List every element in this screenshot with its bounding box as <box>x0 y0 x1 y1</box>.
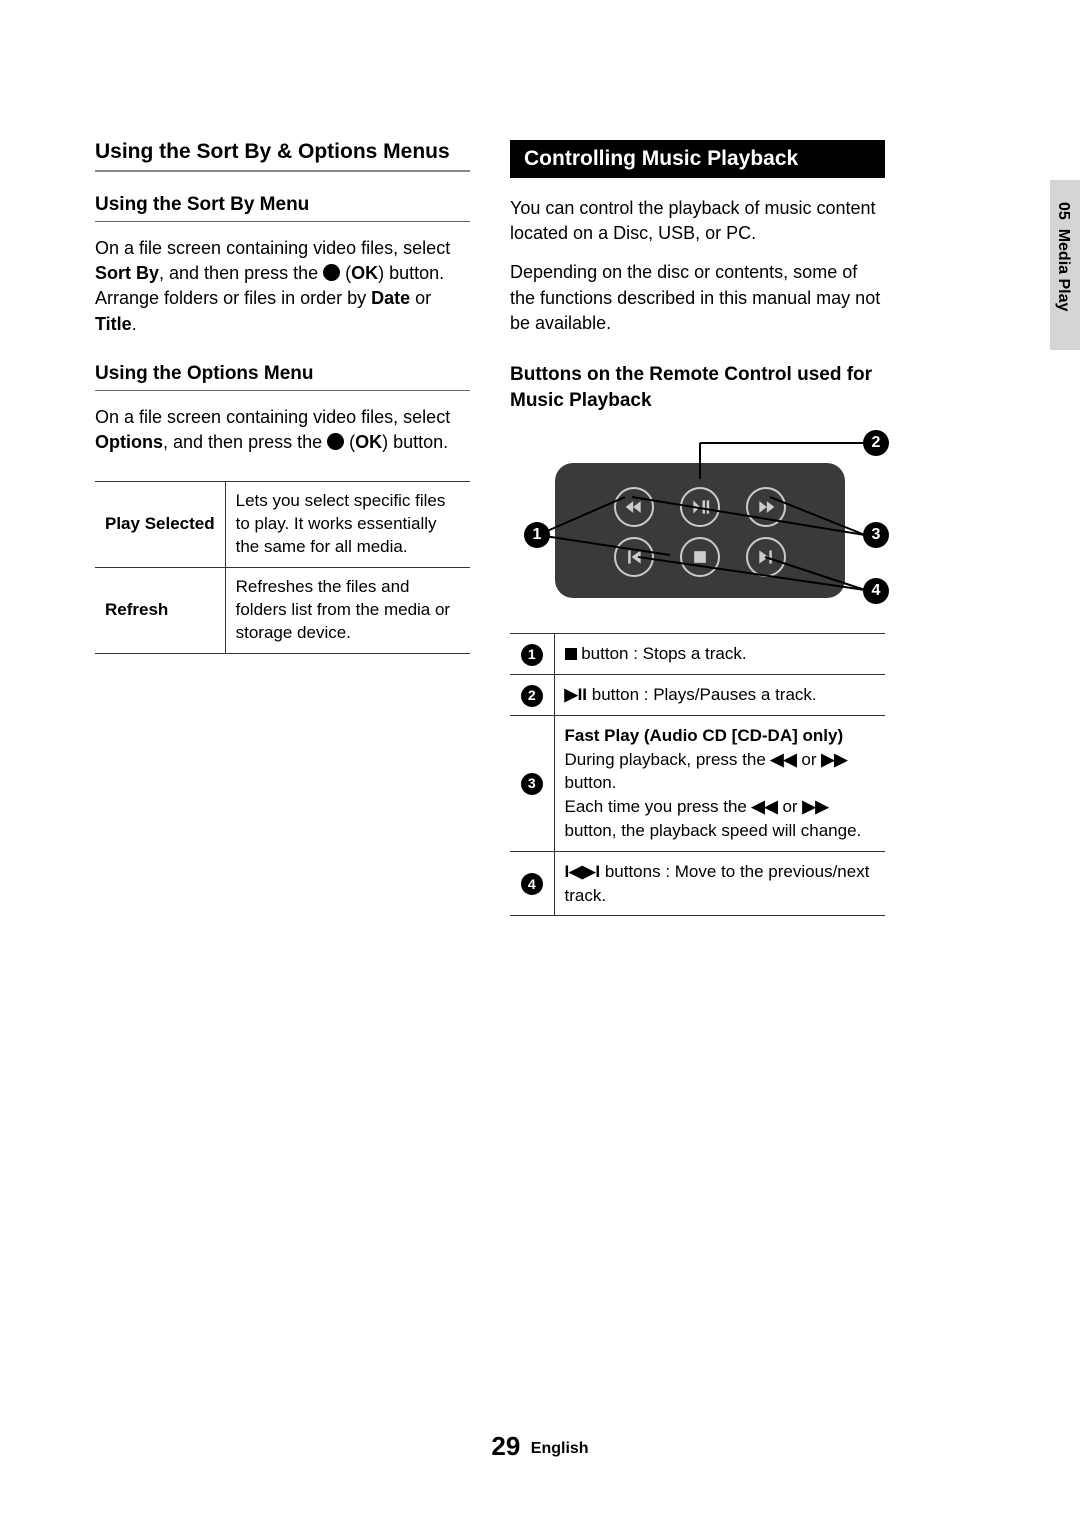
side-tab: 05 Media Play <box>1050 180 1080 350</box>
section-heading: Using the Sort By & Options Menus <box>95 140 470 172</box>
bold-text: OK <box>351 263 378 283</box>
sortby-para: On a file screen containing video files,… <box>95 236 470 337</box>
option-label: Play Selected <box>95 482 225 568</box>
text: buttons : Move to the previous/next trac… <box>565 862 870 905</box>
table-row: Play Selected Lets you select specific f… <box>95 482 470 568</box>
option-label: Refresh <box>95 567 225 653</box>
text: or <box>797 750 822 769</box>
page-footer: 29 English <box>0 1431 1080 1462</box>
callout-lines <box>510 435 890 635</box>
text: Each time you press the <box>565 797 752 816</box>
text: button : Stops a track. <box>577 644 747 663</box>
table-row: 2 ▶II button : Plays/Pauses a track. <box>510 675 885 716</box>
intro-para: Depending on the disc or contents, some … <box>510 260 885 336</box>
option-desc: Lets you select specific files to play. … <box>225 482 470 568</box>
rewind-icon: ◀◀ <box>752 797 778 816</box>
chapter-title: Media Play <box>1055 229 1072 312</box>
remote-sub-heading: Buttons on the Remote Control used for M… <box>510 362 885 413</box>
text: button : Plays/Pauses a track. <box>587 685 817 704</box>
table-row: 4 I◀▶I buttons : Move to the previous/ne… <box>510 851 885 916</box>
row-number: 1 <box>521 644 543 666</box>
text: During playback, press the <box>565 750 771 769</box>
text: ( <box>344 432 355 452</box>
footer-lang: English <box>531 1440 589 1457</box>
bold-text: Fast Play (Audio CD [CD-DA] only) <box>565 724 876 748</box>
row-desc: Fast Play (Audio CD [CD-DA] only) During… <box>554 715 885 851</box>
text: On a file screen containing video files,… <box>95 407 450 427</box>
ok-icon <box>323 264 340 281</box>
text: . <box>132 314 137 334</box>
table-row: 3 Fast Play (Audio CD [CD-DA] only) Duri… <box>510 715 885 851</box>
text: or <box>410 288 431 308</box>
play-pause-icon: ▶II <box>565 685 588 704</box>
options-table: Play Selected Lets you select specific f… <box>95 481 470 654</box>
rewind-icon: ◀◀ <box>771 750 797 769</box>
row-number: 3 <box>521 773 543 795</box>
options-heading: Using the Options Menu <box>95 363 470 391</box>
sortby-heading: Using the Sort By Menu <box>95 194 470 222</box>
table-row: Refresh Refreshes the files and folders … <box>95 567 470 653</box>
row-desc: button : Stops a track. <box>554 634 885 675</box>
text: ) button. <box>382 432 448 452</box>
bold-text: Sort By <box>95 263 159 283</box>
right-column: Controlling Music Playback You can contr… <box>510 140 885 916</box>
intro-para: You can control the playback of music co… <box>510 196 885 246</box>
table-row: 1 button : Stops a track. <box>510 634 885 675</box>
text: ( <box>340 263 351 283</box>
row-number: 4 <box>521 873 543 895</box>
bold-text: Date <box>371 288 410 308</box>
section-heading-bar: Controlling Music Playback <box>510 140 885 178</box>
bold-text: OK <box>355 432 382 452</box>
fast-forward-icon: ▶▶ <box>802 797 828 816</box>
bold-text: Title <box>95 314 132 334</box>
chapter-number: 05 <box>1055 202 1072 220</box>
remote-diagram: 1 2 3 4 <box>510 435 885 615</box>
prev-next-icon: I◀▶I <box>565 862 605 881</box>
text: , and then press the <box>163 432 327 452</box>
text: button. <box>565 773 617 792</box>
row-desc: ▶II button : Plays/Pauses a track. <box>554 675 885 716</box>
page-number: 29 <box>491 1431 520 1461</box>
row-desc: I◀▶I buttons : Move to the previous/next… <box>554 851 885 916</box>
fast-forward-icon: ▶▶ <box>821 750 847 769</box>
option-desc: Refreshes the files and folders list fro… <box>225 567 470 653</box>
button-table: 1 button : Stops a track. 2 ▶II button :… <box>510 633 885 916</box>
left-column: Using the Sort By & Options Menus Using … <box>95 140 470 916</box>
text: , and then press the <box>159 263 323 283</box>
text: button, the playback speed will change. <box>565 821 862 840</box>
text: or <box>778 797 803 816</box>
ok-icon <box>327 433 344 450</box>
options-para: On a file screen containing video files,… <box>95 405 470 455</box>
bold-text: Options <box>95 432 163 452</box>
row-number: 2 <box>521 685 543 707</box>
stop-icon <box>565 648 577 660</box>
text: On a file screen containing video files,… <box>95 238 450 258</box>
